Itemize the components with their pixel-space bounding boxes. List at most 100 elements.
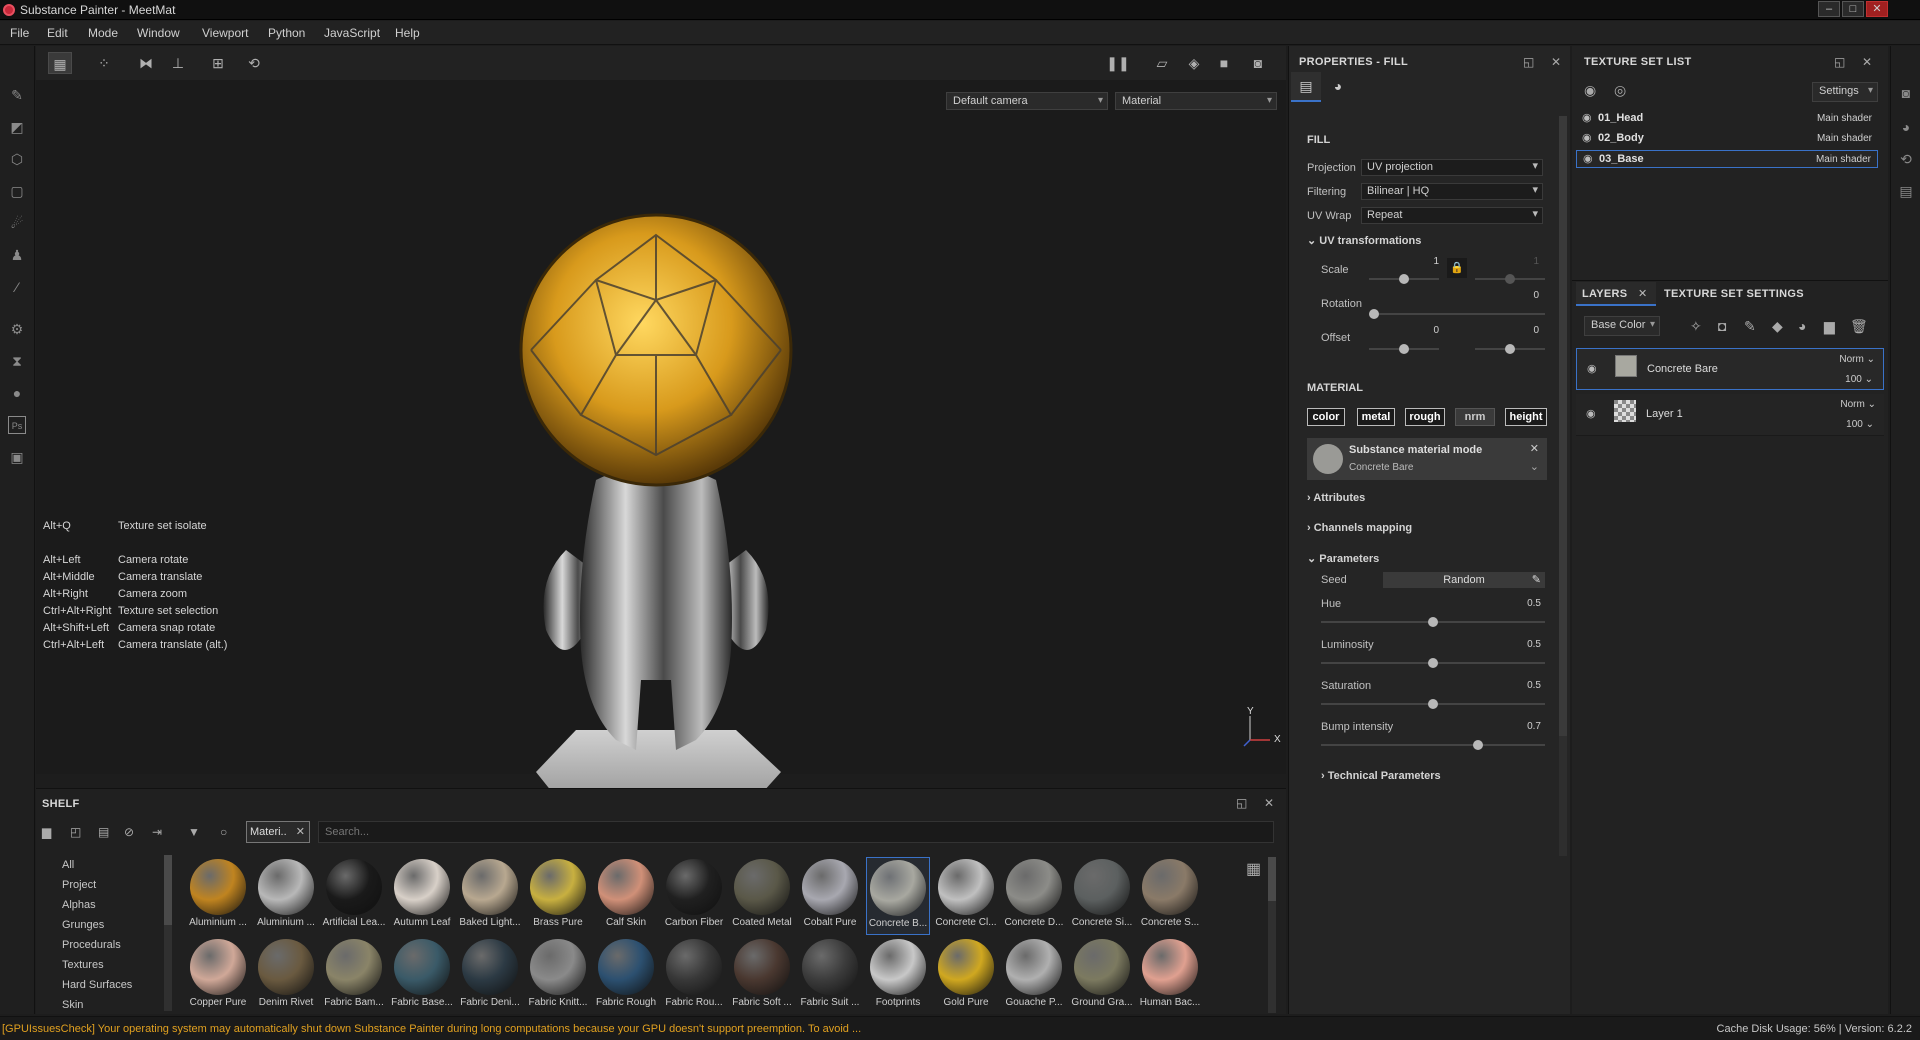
scale-slider[interactable]	[1369, 274, 1439, 284]
channel-height-button[interactable]: height	[1505, 408, 1547, 426]
smudge-icon[interactable]: ☄	[8, 214, 26, 232]
close-icon[interactable]: ✕	[1264, 796, 1274, 810]
hue-knob[interactable]	[1428, 617, 1438, 627]
eye-icon[interactable]: ◉	[1584, 82, 1596, 99]
close-icon[interactable]: ✕	[1862, 55, 1872, 69]
filter-chip[interactable]: Materi.. ✕	[246, 821, 310, 843]
uvwrap-select[interactable]: Repeat ▾	[1361, 207, 1543, 224]
parameters-toggle[interactable]: ⌄ Parameters	[1307, 552, 1379, 565]
category-procedurals[interactable]: Procedurals	[62, 939, 121, 951]
shelf-stack-icon[interactable]: ▤	[98, 825, 109, 839]
hourglass-icon[interactable]: ⧗	[8, 352, 26, 370]
material-thumbnail-item[interactable]: Baked Light...	[458, 857, 522, 935]
channel-metal-button[interactable]: metal	[1357, 408, 1395, 426]
channel-nrm-button[interactable]: nrm	[1455, 408, 1495, 426]
offset-slider[interactable]	[1369, 344, 1439, 354]
category-all[interactable]: All	[62, 859, 74, 871]
category-textures[interactable]: Textures	[62, 959, 104, 971]
projection-select[interactable]: UV projection ▾	[1361, 159, 1543, 176]
hue-slider[interactable]	[1321, 617, 1545, 627]
settings-dropdown[interactable]: Settings ▾	[1812, 82, 1878, 102]
display-settings-icon[interactable]: ◕	[1897, 118, 1915, 136]
material-thumbnail-item[interactable]: Carbon Fiber	[662, 857, 726, 935]
attributes-toggle[interactable]: › Attributes	[1307, 492, 1365, 504]
menu-file[interactable]: File	[10, 26, 29, 40]
history-icon[interactable]: ⟲	[242, 52, 266, 74]
offset-knob[interactable]	[1399, 344, 1409, 354]
new-shelf-icon[interactable]: ◰	[70, 825, 81, 839]
fit-frame-icon[interactable]: ⊞	[206, 52, 230, 74]
eye-icon[interactable]: ◉	[1582, 111, 1592, 124]
seed-random-button[interactable]: Random ✎	[1383, 572, 1545, 588]
material-thumbnail-item[interactable]: Gouache P...	[1002, 937, 1066, 1015]
menu-viewport[interactable]: Viewport	[202, 26, 248, 40]
menu-mode[interactable]: Mode	[88, 26, 118, 40]
material-thumbnail-item[interactable]: Cobalt Pure	[798, 857, 862, 935]
menu-python[interactable]: Python	[268, 26, 305, 40]
material-thumbnail-item[interactable]: Aluminium ...	[254, 857, 318, 935]
blend-mode-select[interactable]: Norm ⌄	[1840, 399, 1876, 410]
effect-icon[interactable]: ✧	[1690, 318, 1702, 335]
scale-knob-2[interactable]	[1505, 274, 1515, 284]
view-3d-icon[interactable]: ◈	[1182, 52, 1206, 74]
channel-rough-button[interactable]: rough	[1405, 408, 1445, 426]
category-scrollbar[interactable]	[164, 855, 172, 1011]
opacity-field[interactable]: 100 ⌄	[1845, 374, 1873, 385]
material-thumbnail-item[interactable]: Fabric Rou...	[662, 937, 726, 1015]
channel-color-button[interactable]: color	[1307, 408, 1345, 426]
photoshop-icon[interactable]: Ps	[8, 416, 26, 434]
opacity-field[interactable]: 100 ⌄	[1846, 419, 1874, 430]
material-thumbnail-item[interactable]: Fabric Suit ...	[798, 937, 862, 1015]
camera-icon[interactable]: ■	[1212, 52, 1236, 74]
offset-slider-2[interactable]	[1475, 344, 1545, 354]
tab-texture-set-settings[interactable]: TEXTURE SET SETTINGS	[1664, 288, 1804, 300]
luminosity-knob[interactable]	[1428, 658, 1438, 668]
technical-parameters-toggle[interactable]: › Technical Parameters	[1321, 770, 1441, 782]
mode-select[interactable]: Material ▾	[1115, 92, 1277, 110]
filter-icon[interactable]: ▼	[188, 825, 200, 839]
material-tab-icon[interactable]: ◕	[1323, 72, 1353, 102]
substance-material-box[interactable]: Substance material mode Concrete Bare ✕ …	[1307, 438, 1547, 480]
category-hard-surfaces[interactable]: Hard Surfaces	[62, 979, 132, 991]
picker-icon[interactable]: ⁄	[8, 278, 26, 296]
fill-layer-icon[interactable]: ◆	[1772, 318, 1783, 335]
gear-icon[interactable]: ⚙	[8, 320, 26, 338]
saturation-slider[interactable]	[1321, 699, 1545, 709]
float-icon[interactable]: ◱	[1523, 55, 1534, 69]
hide-icon[interactable]: ⊘	[124, 825, 134, 839]
gpu-warning-text[interactable]: [GPUIssuesCheck] Your operating system m…	[2, 1023, 861, 1035]
menu-help[interactable]: Help	[395, 26, 420, 40]
export-icon[interactable]: ▣	[8, 448, 26, 466]
layout-grid-icon[interactable]: ⁘	[92, 52, 116, 74]
refresh-icon[interactable]: ○	[220, 825, 227, 839]
rotation-slider[interactable]	[1369, 309, 1545, 319]
chevron-down-icon[interactable]: ⌄	[1530, 460, 1539, 473]
bump-slider[interactable]	[1321, 740, 1545, 750]
texture-set-row-selected[interactable]: ◉ 03_Base Main shader	[1576, 150, 1878, 168]
symmetry-icon[interactable]: ⧓	[134, 52, 158, 74]
uv-transform-toggle[interactable]: ⌄ UV transformations	[1307, 234, 1421, 247]
material-thumbnail-item[interactable]: Footprints	[866, 937, 930, 1015]
material-thumbnail-item[interactable]: Gold Pure	[934, 937, 998, 1015]
lock-icon[interactable]: 🔒	[1447, 258, 1467, 278]
close-icon[interactable]: ✕	[1530, 442, 1539, 455]
material-thumbnail-item[interactable]: Concrete S...	[1138, 857, 1202, 935]
fill-tab-icon[interactable]: ▤	[1291, 72, 1321, 102]
material-thumbnail-item[interactable]: Autumn Leaf	[390, 857, 454, 935]
eraser-icon[interactable]: ◩	[8, 118, 26, 136]
trash-icon[interactable]: 🗑	[1850, 318, 1868, 335]
material-thumbnail-item[interactable]: Fabric Deni...	[458, 937, 522, 1015]
import-icon[interactable]: ⇥	[152, 825, 162, 839]
polygon-fill-icon[interactable]: ▢	[8, 182, 26, 200]
maximize-button[interactable]: □	[1842, 1, 1864, 17]
close-icon[interactable]: ✕	[296, 825, 305, 838]
material-thumbnail-item[interactable]: Denim Rivet	[254, 937, 318, 1015]
material-thumbnail-item[interactable]: Concrete B...	[866, 857, 930, 935]
bump-knob[interactable]	[1472, 740, 1483, 750]
material-thumbnail-item[interactable]: Fabric Knitt...	[526, 937, 590, 1015]
view-2d-icon[interactable]: ▱	[1150, 52, 1174, 74]
shelf-scrollbar[interactable]	[1268, 857, 1276, 1013]
saturation-knob[interactable]	[1428, 699, 1438, 709]
layout-single-icon[interactable]: ▦	[48, 52, 72, 74]
mask-icon[interactable]: ◘	[1718, 318, 1726, 334]
